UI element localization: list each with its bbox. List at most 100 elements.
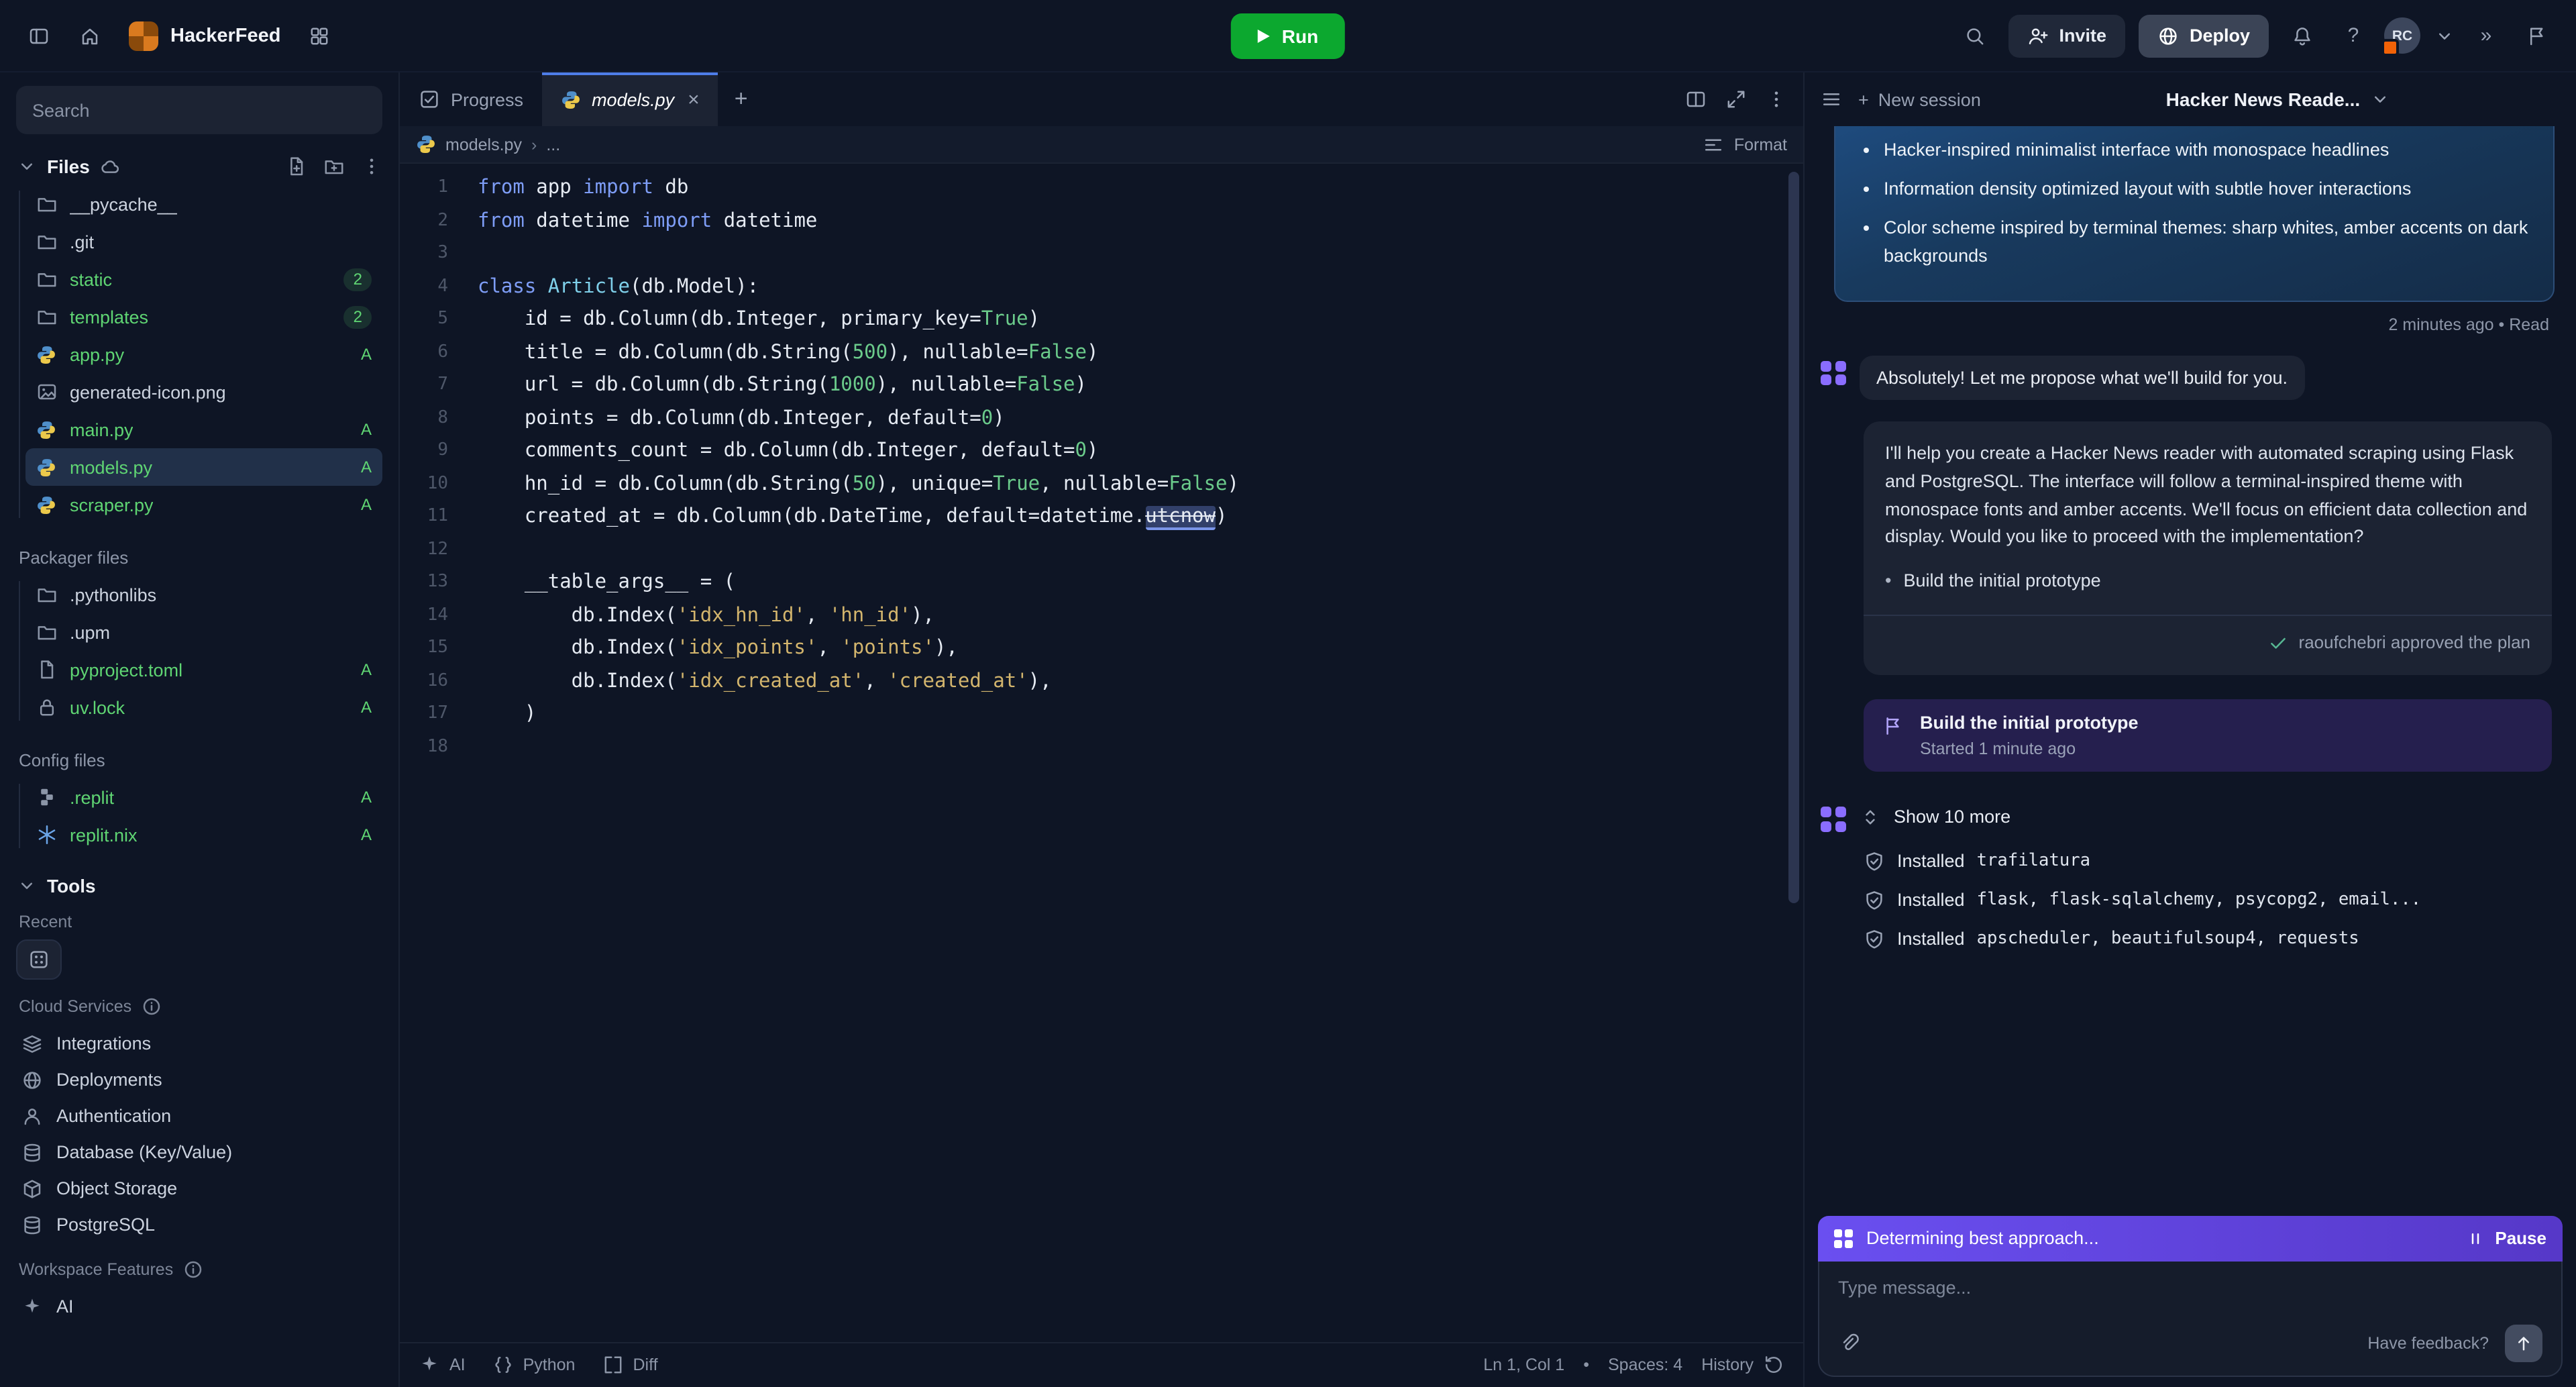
sidebar-item-database-key-value[interactable]: Database (Key/Value) — [16, 1134, 382, 1170]
run-button[interactable]: Run — [1231, 13, 1345, 58]
account-chevron-icon[interactable] — [2434, 25, 2455, 46]
replit-workspace: HackerFeed Run Invite Deploy ? RC — [0, 0, 2576, 1387]
globe-icon — [21, 1069, 43, 1090]
file-item-uv-lock[interactable]: uv.lockA — [25, 688, 382, 726]
file-item-pyproject-toml[interactable]: pyproject.tomlA — [25, 651, 382, 688]
cursor-position[interactable]: Ln 1, Col 1 — [1483, 1355, 1564, 1374]
cloud-services-label: Cloud Services — [19, 996, 380, 1017]
task-card-build-prototype[interactable]: Build the initial prototype Started 1 mi… — [1864, 700, 2552, 772]
ai-label: AI — [449, 1355, 466, 1374]
chevron-down-icon — [16, 875, 38, 896]
home-icon[interactable] — [70, 15, 110, 56]
file-item-pythonlibs[interactable]: .pythonlibs — [25, 576, 382, 613]
statusbar-diff[interactable]: Diff — [602, 1354, 657, 1376]
workspace-chip[interactable]: HackerFeed — [121, 21, 288, 50]
help-icon[interactable]: ? — [2336, 18, 2371, 53]
sidebar-toggle-icon[interactable] — [19, 15, 59, 56]
style-bullet: Color scheme inspired by terminal themes… — [1884, 215, 2532, 271]
history-button[interactable]: History — [1701, 1354, 1784, 1376]
split-pane-icon[interactable] — [1685, 89, 1707, 110]
spaces-setting[interactable]: Spaces: 4 — [1608, 1355, 1682, 1374]
info-icon[interactable] — [182, 1259, 204, 1280]
new-file-icon[interactable] — [286, 156, 307, 177]
session-list-icon[interactable] — [1821, 89, 1842, 110]
sidebar-search[interactable] — [16, 86, 382, 134]
code-editor[interactable]: 1from app import db2from datetime import… — [400, 164, 1803, 1341]
sidebar-item-authentication[interactable]: Authentication — [16, 1098, 382, 1134]
close-tab-icon[interactable]: × — [688, 88, 700, 111]
files-section-header[interactable]: Files — [16, 156, 382, 177]
composer-actions: Have feedback? — [1838, 1324, 2542, 1362]
message-composer[interactable]: Have feedback? — [1818, 1261, 2563, 1376]
files-menu-icon[interactable] — [361, 156, 382, 177]
sidebar-item-postgresql[interactable]: PostgreSQL — [16, 1206, 382, 1243]
feedback-link[interactable]: Have feedback? — [2367, 1333, 2489, 1352]
file-item-replit-nix[interactable]: replit.nixA — [25, 816, 382, 854]
flag-icon[interactable] — [2517, 15, 2557, 56]
file-item-templates[interactable]: templates2 — [25, 298, 382, 336]
file-item-generated-icon-png[interactable]: generated-icon.png — [25, 373, 382, 411]
session-title-dropdown[interactable]: Hacker News Reade... — [2166, 89, 2392, 110]
file-item-upm[interactable]: .upm — [25, 613, 382, 651]
statusbar-language[interactable]: Python — [492, 1354, 576, 1376]
file-item-scraper-py[interactable]: scraper.pyA — [25, 486, 382, 523]
deploy-button[interactable]: Deploy — [2139, 14, 2269, 57]
maximize-pane-icon[interactable] — [1725, 89, 1747, 110]
file-item-models-py[interactable]: models.pyA — [25, 448, 382, 486]
folder-icon — [36, 193, 58, 215]
pane-menu-icon[interactable] — [1766, 89, 1787, 110]
new-tab-button[interactable]: + — [718, 72, 764, 126]
sidebar-item-deployments[interactable]: Deployments — [16, 1062, 382, 1098]
layers-icon — [21, 1033, 43, 1054]
editor-scrollbar[interactable] — [1788, 172, 1799, 903]
file-item-pycache[interactable]: __pycache__ — [25, 185, 382, 223]
attach-file-icon[interactable] — [1838, 1332, 1860, 1353]
line-number: 15 — [400, 632, 478, 665]
recent-agent-tool-button[interactable] — [16, 939, 62, 980]
file-item-git[interactable]: .git — [25, 223, 382, 260]
breadcrumb-file[interactable]: models.py — [445, 135, 522, 154]
account-avatar[interactable]: RC — [2384, 17, 2420, 54]
collapse-panel-icon[interactable]: » — [2469, 18, 2504, 53]
sidebar-item-integrations[interactable]: Integrations — [16, 1025, 382, 1062]
search-input[interactable] — [32, 100, 366, 120]
new-session-label: New session — [1878, 89, 1981, 109]
pause-button[interactable]: Pause — [2464, 1227, 2546, 1249]
info-icon[interactable] — [141, 996, 162, 1017]
file-item-app-py[interactable]: app.pyA — [25, 336, 382, 373]
code-line-8: 8 points = db.Column(db.Integer, default… — [400, 402, 1803, 435]
file-item-static[interactable]: static2 — [25, 260, 382, 298]
new-session-button[interactable]: + New session — [1858, 89, 1981, 109]
chevron-down-icon — [2369, 89, 2391, 110]
show-more-row[interactable]: Show 10 more — [1821, 802, 2560, 832]
file-item-replit[interactable]: .replitA — [25, 778, 382, 816]
packager-files-label: Packager files — [19, 548, 380, 568]
line-number: 9 — [400, 435, 478, 468]
statusbar-ai[interactable]: AI — [419, 1354, 466, 1376]
diff-icon — [602, 1354, 623, 1376]
workspace-features-text: Workspace Features — [19, 1260, 173, 1279]
chat-scroll-area[interactable]: Style: Hacker-inspired minimalist interf… — [1805, 126, 2576, 1215]
line-content: id = db.Column(db.Integer, primary_key=T… — [478, 303, 1040, 336]
tab-progress[interactable]: Progress — [400, 72, 542, 126]
tab-models-py[interactable]: models.py × — [542, 72, 718, 126]
message-input[interactable] — [1838, 1277, 2542, 1297]
sidebar-item-ai[interactable]: AI — [16, 1288, 382, 1325]
notifications-bell-icon[interactable] — [2282, 15, 2322, 56]
apps-grid-icon[interactable] — [299, 15, 339, 56]
cloud-services-list: IntegrationsDeployments Authentication Dat… — [16, 1025, 382, 1243]
new-folder-icon[interactable] — [323, 156, 345, 177]
sidebar-item-label: Authentication — [56, 1106, 171, 1126]
folder-icon — [36, 231, 58, 252]
send-button[interactable] — [2505, 1324, 2542, 1362]
line-content: db.Index('idx_points', 'points'), — [478, 632, 958, 665]
sidebar-item-object-storage[interactable]: Object Storage — [16, 1170, 382, 1206]
breadcrumb-more[interactable]: ... — [546, 135, 560, 154]
tools-section-header[interactable]: Tools — [16, 875, 382, 896]
format-button[interactable]: Format — [1703, 134, 1787, 155]
code-line-9: 9 comments_count = db.Column(db.Integer,… — [400, 435, 1803, 468]
invite-button[interactable]: Invite — [2008, 14, 2125, 57]
files-header-label: Files — [47, 156, 90, 177]
search-icon[interactable] — [1954, 15, 1994, 56]
file-item-main-py[interactable]: main.pyA — [25, 411, 382, 448]
